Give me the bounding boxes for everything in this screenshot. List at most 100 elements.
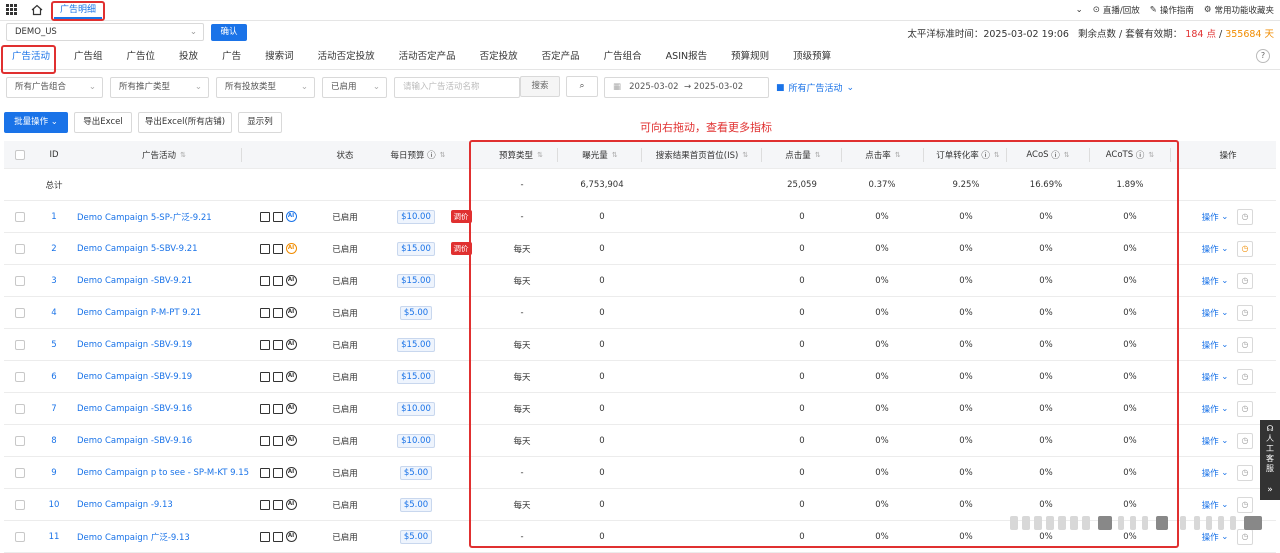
live-replay-link[interactable]: ⊙ 直播/回放 xyxy=(1093,4,1140,16)
row-budget[interactable]: $10.00 xyxy=(396,393,436,424)
document-icon[interactable] xyxy=(272,243,283,254)
ai-icon[interactable]: AI xyxy=(285,531,297,542)
row-schedule-button[interactable]: ◷ xyxy=(1236,233,1254,264)
date-range-picker[interactable]: ▦ 2025-03-02 → 2025-03-02 xyxy=(604,77,769,98)
home-icon[interactable] xyxy=(31,4,43,16)
row-checkbox[interactable] xyxy=(10,329,30,360)
edit-icon[interactable] xyxy=(259,435,270,446)
ai-icon[interactable]: AI xyxy=(285,275,297,286)
row-operation-dropdown[interactable]: 操作 ⌄ xyxy=(1198,201,1232,232)
expand-sidebar-button[interactable]: » xyxy=(1260,481,1280,499)
campaign-search-input[interactable]: 请输入广告活动名称 xyxy=(394,77,520,98)
guide-link[interactable]: ✎ 操作指南 xyxy=(1150,4,1194,16)
campaign-name-link[interactable]: Demo Campaign -SBV-9.16 xyxy=(77,425,257,456)
row-schedule-button[interactable]: ◷ xyxy=(1236,297,1254,328)
row-operation-dropdown[interactable]: 操作 ⌄ xyxy=(1198,329,1232,360)
campaign-name-link[interactable]: Demo Campaign 5-SP-广泛-9.21 xyxy=(77,201,257,232)
ai-icon[interactable]: AI xyxy=(285,339,297,350)
edit-icon[interactable] xyxy=(259,403,270,414)
row-checkbox[interactable] xyxy=(10,489,30,520)
tab-4[interactable]: 广告 xyxy=(210,46,253,69)
apps-grid-icon[interactable] xyxy=(6,4,17,15)
campaign-name-link[interactable]: Demo Campaign -SBV-9.19 xyxy=(77,361,257,392)
row-checkbox[interactable] xyxy=(10,265,30,296)
row-checkbox[interactable] xyxy=(10,521,30,552)
ai-icon[interactable]: AI xyxy=(285,243,297,254)
help-icon[interactable]: ? xyxy=(1256,49,1270,63)
campaign-name-link[interactable]: Demo Campaign 5-SBV-9.21 xyxy=(77,233,257,264)
campaign-folder-select[interactable]: ■ 所有广告活动 ⌄ xyxy=(776,81,854,95)
tab-9[interactable]: 否定产品 xyxy=(530,46,592,69)
row-budget[interactable]: $10.00 xyxy=(396,425,436,456)
tab-8[interactable]: 否定投放 xyxy=(468,46,530,69)
row-checkbox[interactable] xyxy=(10,361,30,392)
tab-13[interactable]: 顶级预算 xyxy=(781,46,843,69)
row-schedule-button[interactable]: ◷ xyxy=(1236,265,1254,296)
campaign-name-link[interactable]: Demo Campaign P-M-PT 9.21 xyxy=(77,297,257,328)
campaign-name-link[interactable]: Demo Campaign -SBV-9.16 xyxy=(77,393,257,424)
document-icon[interactable] xyxy=(272,403,283,414)
row-schedule-button[interactable]: ◷ xyxy=(1236,361,1254,392)
row-schedule-button[interactable]: ◷ xyxy=(1236,425,1254,456)
row-operation-dropdown[interactable]: 操作 ⌄ xyxy=(1198,425,1232,456)
campaign-name-link[interactable]: Demo Campaign 广泛-9.13 xyxy=(77,521,257,552)
batch-operation-button[interactable]: 批量操作 ⌄ xyxy=(4,112,68,133)
export-excel-button[interactable]: 导出Excel xyxy=(74,112,132,133)
document-icon[interactable] xyxy=(272,531,283,542)
show-columns-button[interactable]: 显示列 xyxy=(238,112,282,133)
row-checkbox[interactable] xyxy=(10,201,30,232)
edit-icon[interactable] xyxy=(259,275,270,286)
campaign-name-link[interactable]: Demo Campaign -SBV-9.21 xyxy=(77,265,257,296)
row-budget[interactable]: $15.00 xyxy=(396,233,436,264)
row-checkbox[interactable] xyxy=(10,233,30,264)
document-icon[interactable] xyxy=(272,435,283,446)
tab-11[interactable]: ASIN报告 xyxy=(654,46,719,69)
row-budget[interactable]: $5.00 xyxy=(396,521,436,552)
ai-icon[interactable]: AI xyxy=(285,499,297,510)
row-operation-dropdown[interactable]: 操作 ⌄ xyxy=(1198,265,1232,296)
status-select[interactable]: 已启用 ⌄ xyxy=(322,77,387,98)
edit-icon[interactable] xyxy=(259,499,270,510)
row-checkbox[interactable] xyxy=(10,393,30,424)
row-checkbox[interactable] xyxy=(10,425,30,456)
row-schedule-button[interactable]: ◷ xyxy=(1236,201,1254,232)
targeting-type-select[interactable]: 所有投放类型 ⌄ xyxy=(216,77,315,98)
row-operation-dropdown[interactable]: 操作 ⌄ xyxy=(1198,233,1232,264)
row-budget[interactable]: $15.00 xyxy=(396,265,436,296)
row-budget[interactable]: $5.00 xyxy=(396,457,436,488)
row-schedule-button[interactable]: ◷ xyxy=(1236,393,1254,424)
promo-type-select[interactable]: 所有推广类型 ⌄ xyxy=(110,77,209,98)
col-campaign[interactable]: 广告活动 ⇅ xyxy=(104,141,224,168)
tab-3[interactable]: 投放 xyxy=(167,46,210,69)
campaign-name-link[interactable]: Demo Campaign p to see - SP-M-KT 9.15 xyxy=(77,457,257,488)
row-budget[interactable]: $15.00 xyxy=(396,329,436,360)
document-icon[interactable] xyxy=(272,307,283,318)
row-operation-dropdown[interactable]: 操作 ⌄ xyxy=(1198,361,1232,392)
confirm-button[interactable]: 确认 xyxy=(211,24,247,41)
ai-icon[interactable]: AI xyxy=(285,211,297,222)
campaign-name-link[interactable]: Demo Campaign -9.13 xyxy=(77,489,257,520)
row-budget[interactable]: $10.00 xyxy=(396,201,436,232)
ai-icon[interactable]: AI xyxy=(285,307,297,318)
row-checkbox[interactable] xyxy=(10,457,30,488)
document-icon[interactable] xyxy=(272,499,283,510)
row-schedule-button[interactable]: ◷ xyxy=(1236,457,1254,488)
document-icon[interactable] xyxy=(272,339,283,350)
tab-10[interactable]: 广告组合 xyxy=(592,46,654,69)
col-budget[interactable]: 每日预算 ⓘ ⇅ xyxy=(382,141,454,168)
document-icon[interactable] xyxy=(272,275,283,286)
document-icon[interactable] xyxy=(272,467,283,478)
tab-5[interactable]: 搜索词 xyxy=(253,46,306,69)
edit-icon[interactable] xyxy=(259,211,270,222)
row-budget[interactable]: $5.00 xyxy=(396,297,436,328)
edit-icon[interactable] xyxy=(259,339,270,350)
edit-icon[interactable] xyxy=(259,371,270,382)
tab-12[interactable]: 预算规则 xyxy=(719,46,781,69)
row-budget[interactable]: $5.00 xyxy=(396,489,436,520)
ai-icon[interactable]: AI xyxy=(285,403,297,414)
favorites-link[interactable]: ⚙ 常用功能收藏夹 xyxy=(1204,4,1274,16)
row-schedule-button[interactable]: ◷ xyxy=(1236,329,1254,360)
export-excel-all-button[interactable]: 导出Excel(所有店铺) xyxy=(138,112,232,133)
ai-icon[interactable]: AI xyxy=(285,435,297,446)
advanced-search-button[interactable]: ⌕ xyxy=(566,76,598,97)
